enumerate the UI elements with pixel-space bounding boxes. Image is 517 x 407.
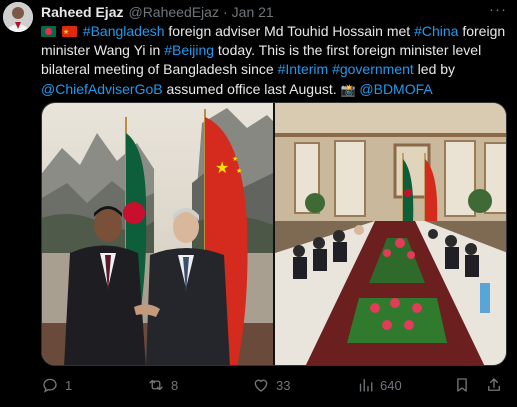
tweet[interactable]: Raheed Ejaz @RaheedEjaz · Jan 21 ··· #Ba… (0, 0, 517, 407)
tweet-header: Raheed Ejaz @RaheedEjaz · Jan 21 (41, 3, 274, 21)
repost-count: 8 (171, 377, 179, 393)
author-handle[interactable]: @RaheedEjaz (128, 4, 219, 20)
svg-text:★: ★ (232, 155, 238, 163)
text-segment: led by (413, 61, 456, 78)
text-segment: foreign adviser Md Touhid Hossain met (164, 23, 415, 39)
tweet-text-line: bilateral meeting of Bangladesh since #I… (41, 60, 511, 79)
share-button[interactable] (485, 372, 503, 398)
reply-count: 1 (65, 377, 73, 393)
more-options-icon[interactable]: ··· (487, 1, 509, 19)
separator-dot: · (222, 4, 228, 20)
tweet-text-line: minister Wang Yi in #Beijing today. This… (41, 41, 511, 60)
photo-meeting-room[interactable] (275, 103, 506, 365)
text-segment: assumed office last August. (162, 80, 341, 97)
heart-icon (254, 379, 268, 392)
like-count: 33 (276, 377, 291, 393)
hashtag-government[interactable]: #government (332, 61, 414, 77)
svg-text:★: ★ (215, 158, 229, 177)
text-segment: today. This is the first foreign ministe… (214, 42, 482, 59)
post-timestamp[interactable]: Jan 21 (232, 4, 274, 20)
tweet-text-line: @ChiefAdviserGoB assumed office last Aug… (41, 80, 511, 99)
views-icon (359, 379, 373, 392)
action-bar: 1 8 33 640 (41, 372, 511, 398)
text-segment: minister Wang Yi in (41, 42, 165, 59)
repost-icon (149, 379, 163, 391)
text-segment: bilateral meeting of Bangladesh since (41, 61, 278, 78)
hashtag-bangladesh[interactable]: #Bangladesh (83, 23, 165, 39)
avatar[interactable] (3, 2, 33, 32)
hashtag-china[interactable]: #China (414, 23, 458, 39)
bangladesh-flag-icon (41, 26, 56, 37)
bookmark-icon (457, 378, 467, 392)
bookmark-button[interactable] (453, 372, 471, 398)
tweet-text: #Bangladesh foreign adviser Md Touhid Ho… (41, 22, 511, 99)
views-button[interactable]: 640 (356, 372, 402, 398)
tweet-text-line: #Bangladesh foreign adviser Md Touhid Ho… (41, 22, 511, 41)
author-display-name[interactable]: Raheed Ejaz (41, 4, 123, 20)
media-grid: ★ ★ ★ (41, 102, 507, 366)
mention-chief-adviser[interactable]: @ChiefAdviserGoB (41, 81, 163, 97)
camera-flash-icon: 📸 (340, 82, 356, 97)
hashtag-interim[interactable]: #Interim (278, 61, 329, 77)
share-icon (488, 378, 500, 391)
reply-icon (43, 378, 57, 393)
reply-button[interactable]: 1 (41, 372, 72, 398)
like-button[interactable]: 33 (252, 372, 290, 398)
svg-text:★: ★ (236, 167, 242, 175)
china-flag-icon (61, 26, 77, 37)
photo-handshake[interactable]: ★ ★ ★ (42, 103, 273, 365)
repost-button[interactable]: 8 (147, 372, 178, 398)
text-segment: foreign (458, 23, 506, 39)
mention-bdmofa[interactable]: @BDMOFA (359, 81, 432, 97)
hashtag-beijing[interactable]: #Beijing (164, 42, 214, 58)
views-count: 640 (380, 377, 402, 393)
